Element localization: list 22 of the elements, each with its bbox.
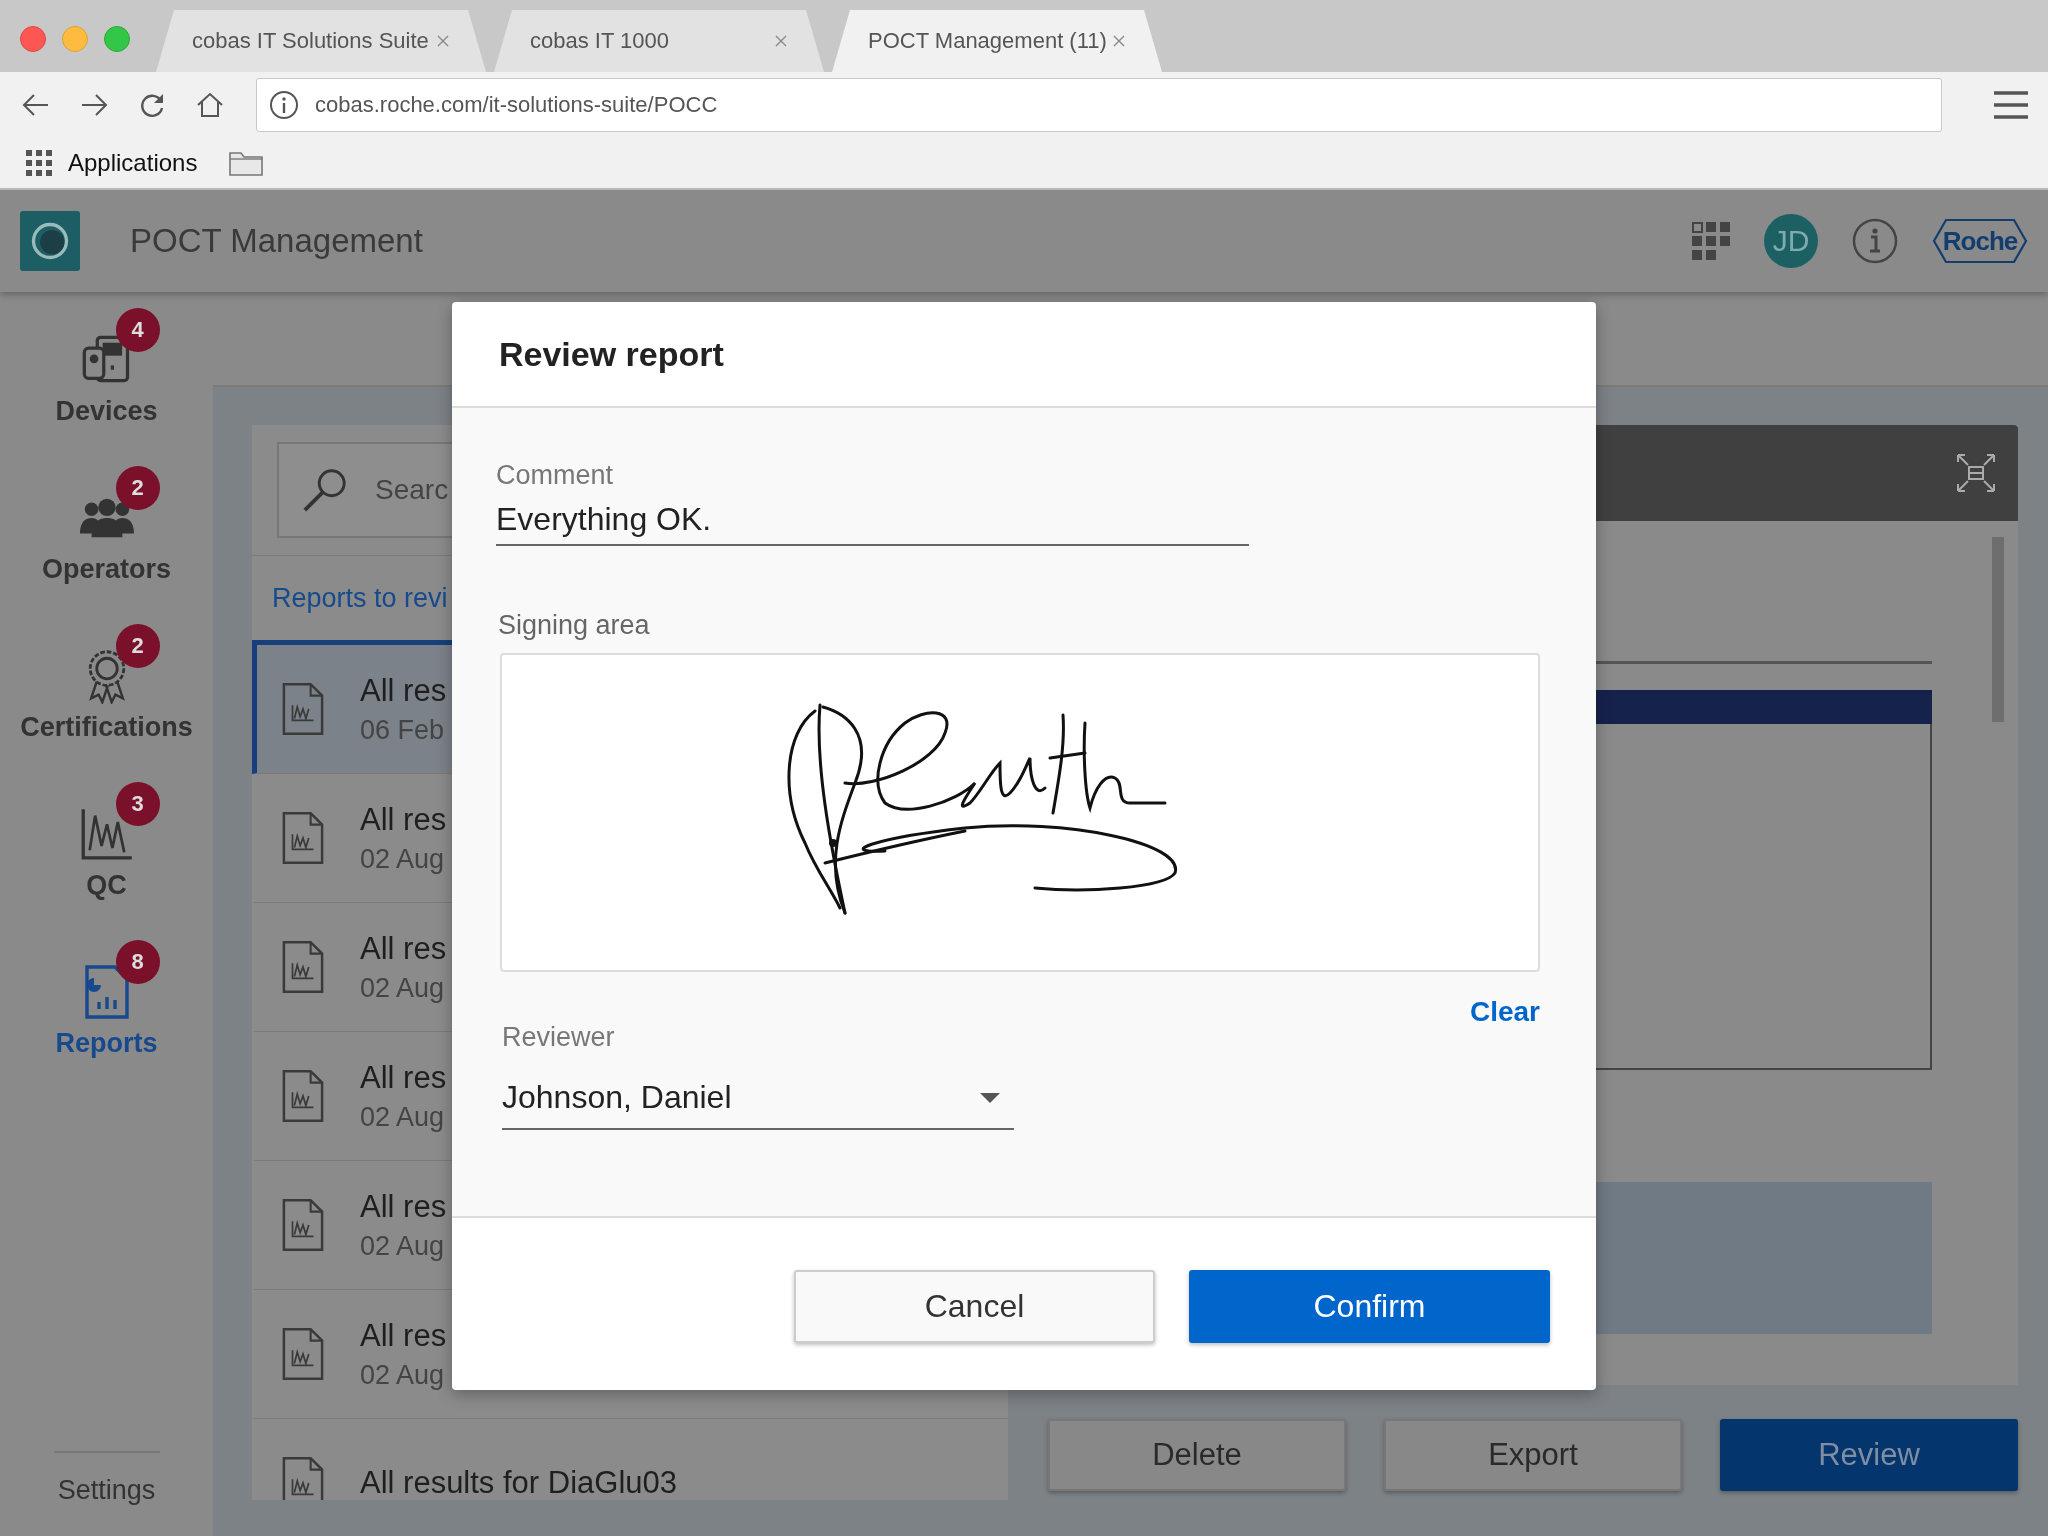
notification-badge: 3 bbox=[115, 782, 160, 826]
report-date: 02 Aug bbox=[360, 972, 446, 1004]
report-title: All res bbox=[360, 672, 447, 709]
signing-area-label: Signing area bbox=[498, 610, 651, 641]
dialog-title: Review report bbox=[499, 334, 724, 374]
report-title: All res bbox=[360, 1059, 447, 1096]
app-title: POCT Management bbox=[130, 222, 423, 260]
report-date: 02 Aug bbox=[360, 1230, 446, 1262]
report-title: All results for DiaGlu03 bbox=[360, 1465, 677, 1500]
notification-badge: 2 bbox=[115, 624, 160, 668]
report-title: All res bbox=[360, 801, 447, 838]
notification-badge: 8 bbox=[115, 940, 160, 984]
report-date: 02 Aug bbox=[360, 1101, 446, 1133]
brand-logo: Roche bbox=[1932, 218, 2028, 264]
report-title: All res bbox=[360, 1188, 447, 1225]
report-title: All res bbox=[360, 930, 447, 967]
notification-badge: 4 bbox=[115, 308, 160, 352]
report-date: 02 Aug bbox=[360, 843, 446, 875]
report-date: 02 Aug bbox=[360, 1359, 446, 1391]
report-title: All res bbox=[360, 1317, 447, 1354]
notification-badge: 2 bbox=[115, 466, 160, 510]
report-date: 06 Feb bbox=[360, 714, 446, 746]
